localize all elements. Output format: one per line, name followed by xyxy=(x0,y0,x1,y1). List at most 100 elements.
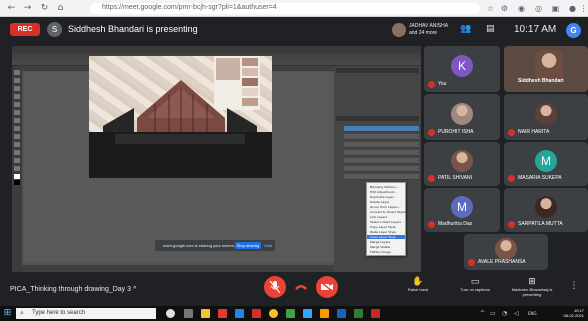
context-menu-item[interactable]: Clear Layer Style xyxy=(367,235,405,239)
stop-sharing-button[interactable]: Stop sharing xyxy=(235,242,261,249)
extension-icon-4[interactable]: ▣ xyxy=(551,4,560,13)
app-icon[interactable] xyxy=(218,309,227,318)
star-icon[interactable]: ☆ xyxy=(486,4,495,13)
participant-tile[interactable]: K You xyxy=(424,46,500,92)
language-indicator[interactable]: ENG xyxy=(528,311,537,316)
windows-taskbar: ⊞ ⌕ Type here to search ^ ▭ ◔ ◁ ENG 10:1… xyxy=(0,306,588,321)
context-menu-item[interactable]: Edit Adjustment... xyxy=(370,190,397,194)
raise-hand-button[interactable]: ✋ Raise hand xyxy=(400,277,436,292)
chrome-icon[interactable] xyxy=(269,309,278,318)
context-menu-item[interactable]: Flatten Image xyxy=(370,250,391,254)
wand-tool-icon xyxy=(14,94,20,99)
participant-tile[interactable]: PUROHIT ISHA xyxy=(424,94,500,140)
end-call-button[interactable] xyxy=(290,276,312,298)
participant-tile[interactable]: NAIR HARITA xyxy=(504,94,588,140)
participant-tile[interactable]: AVALE PRASHANSA xyxy=(464,234,548,270)
extension-icon-3[interactable]: ◎ xyxy=(534,4,543,13)
participant-tile[interactable]: M MASARIA SUKEPA xyxy=(504,142,588,186)
presenter-chip[interactable]: JADHAV ANISHA and 24 more xyxy=(392,22,450,39)
task-view-icon[interactable] xyxy=(184,309,193,318)
lasso-tool-icon xyxy=(14,86,20,91)
mic-muted-icon xyxy=(428,175,435,182)
address-bar[interactable]: https://meet.google.com/pmr-bcjh-sgr?pli… xyxy=(90,3,480,14)
mic-off-button[interactable] xyxy=(264,276,286,298)
presenting-button[interactable]: ⊞ Markmen Bharadwaj is presenting xyxy=(508,277,556,297)
context-menu-item[interactable]: Paste Layer Style xyxy=(370,230,396,234)
move-tool-icon xyxy=(14,70,20,75)
hide-button[interactable]: Hide xyxy=(264,243,272,248)
reload-icon[interactable]: ↻ xyxy=(39,3,50,14)
context-menu-item[interactable]: Duplicate Layer... xyxy=(370,195,396,199)
mic-muted-icon xyxy=(468,259,475,266)
wifi-icon[interactable]: ◔ xyxy=(502,310,507,317)
extension-icon-2[interactable]: ◉ xyxy=(517,4,526,13)
presenter-avatar: S xyxy=(47,22,62,37)
people-icon[interactable]: 👥 xyxy=(460,24,471,34)
participant-tile[interactable]: M Madhuritra Das xyxy=(424,188,500,232)
participant-tile[interactable]: PATIL SHIVANI xyxy=(424,142,500,186)
tray-chevron-icon[interactable]: ^ xyxy=(480,310,485,317)
marquee-tool-icon xyxy=(14,78,20,83)
acrobat-icon[interactable] xyxy=(252,309,261,318)
my-avatar[interactable]: G xyxy=(566,23,581,38)
avatar: M xyxy=(535,150,557,172)
taskbar-clock[interactable]: 10:17 08-02-2021 xyxy=(560,308,584,318)
chat-icon[interactable]: ▤ xyxy=(486,24,495,34)
layer-row xyxy=(344,174,419,180)
cortana-icon[interactable] xyxy=(166,309,175,318)
more-options-button[interactable]: ⋮ xyxy=(568,281,580,291)
building-illustration xyxy=(89,80,272,178)
photoshop-icon[interactable] xyxy=(303,309,312,318)
text-tool-icon xyxy=(14,158,20,163)
word-icon[interactable] xyxy=(235,309,244,318)
participant-photo xyxy=(451,103,473,125)
participant-photo xyxy=(535,196,557,218)
presenting-label: Markmen Bharadwaj is presenting xyxy=(511,287,553,297)
context-menu-item[interactable]: Merge Layers xyxy=(370,240,390,244)
excel-icon[interactable] xyxy=(354,309,363,318)
captions-button[interactable]: ▭ Turn on captions xyxy=(452,277,498,292)
camera-off-icon xyxy=(320,281,334,293)
extension-icon[interactable]: ⚙ xyxy=(500,4,509,13)
meeting-title-text: PICA_Thinking through drawing_Day 3 xyxy=(10,286,132,293)
file-explorer-icon[interactable] xyxy=(201,309,210,318)
arrow-right-icon[interactable]: → xyxy=(22,3,33,14)
profile-icon[interactable]: ● xyxy=(568,4,577,13)
illustrator-icon[interactable] xyxy=(320,309,329,318)
ps-title-bar xyxy=(12,46,421,53)
arrow-left-icon[interactable]: ← xyxy=(6,3,17,14)
participant-tile[interactable]: Siddhesh Bhandari xyxy=(504,46,588,92)
taskbar-search[interactable]: ⌕ Type here to search xyxy=(16,308,156,319)
layer-row xyxy=(344,166,419,172)
context-menu-item[interactable]: Link Layers xyxy=(370,215,387,219)
meeting-title[interactable]: PICA_Thinking through drawing_Day 3 ^ xyxy=(10,286,136,293)
avatar: K xyxy=(451,55,473,77)
camera-off-button[interactable] xyxy=(316,276,338,298)
context-menu-item[interactable]: Convert to Smart Object xyxy=(370,210,407,214)
mic-muted-icon xyxy=(428,129,435,136)
ps-toolbox xyxy=(12,66,22,272)
brush-tool-icon xyxy=(14,118,20,123)
app-icon-2[interactable] xyxy=(286,309,295,318)
outlook-icon[interactable] xyxy=(337,309,346,318)
powerpoint-icon[interactable] xyxy=(371,309,380,318)
participant-tile[interactable]: SARPATILA MUTTA xyxy=(504,188,588,232)
home-icon[interactable]: ⌂ xyxy=(55,3,66,14)
participant-name: Madhuritra Das xyxy=(438,221,473,227)
url-text: https://meet.google.com/pmr-bcjh-sgr?pli… xyxy=(102,4,277,11)
context-menu-item[interactable]: Merge Visible xyxy=(370,245,390,249)
windows-start-icon[interactable]: ⊞ xyxy=(2,308,13,319)
context-menu-item[interactable]: Blending Options... xyxy=(370,185,399,189)
context-menu-item[interactable]: Group from Layers... xyxy=(370,205,401,209)
battery-icon[interactable]: ▭ xyxy=(490,310,496,317)
search-icon: ⌕ xyxy=(20,309,24,317)
context-menu-item[interactable]: Delete Layer xyxy=(370,200,389,204)
context-menu-item[interactable]: Copy Layer Style xyxy=(370,225,395,229)
menu-icon[interactable]: ⋮ xyxy=(579,4,588,13)
volume-icon[interactable]: ◁ xyxy=(514,310,519,317)
crop-tool-icon xyxy=(14,102,20,107)
mic-muted-icon xyxy=(428,221,435,228)
mic-muted-icon xyxy=(508,175,515,182)
browser-toolbar: ← → ↻ ⌂ https://meet.google.com/pmr-bcjh… xyxy=(0,0,588,17)
context-menu-item[interactable]: Select Linked Layers xyxy=(370,220,401,224)
